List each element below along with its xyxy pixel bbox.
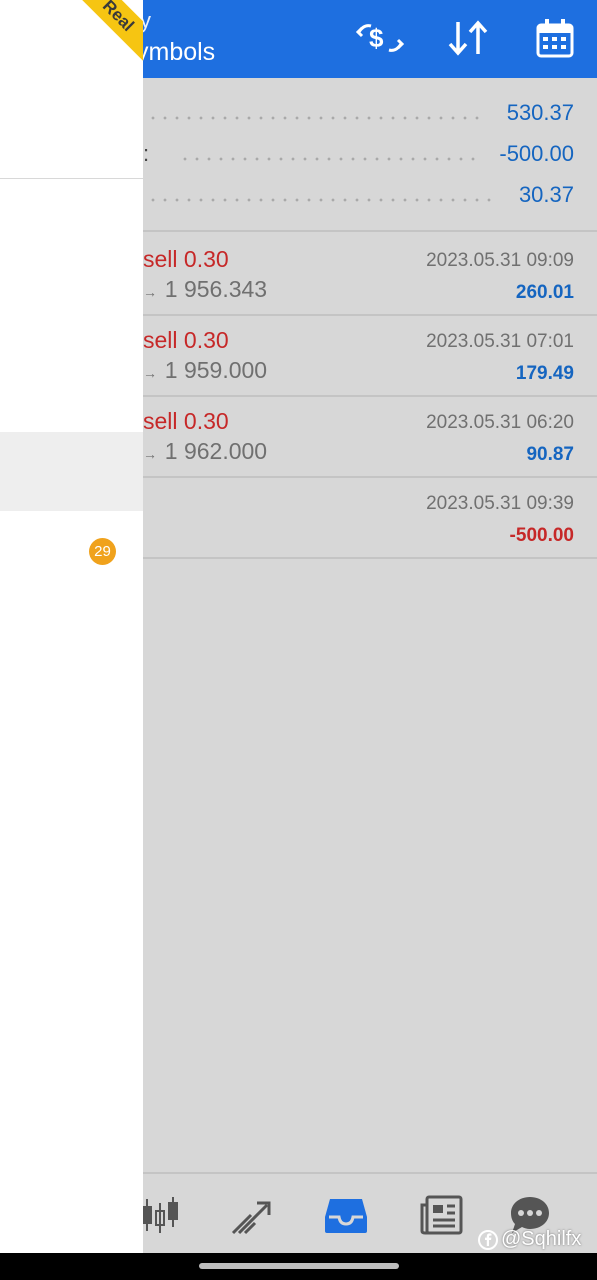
watermark-text: @Sqhilfx [501, 1228, 582, 1250]
svg-text:$: $ [369, 23, 384, 53]
deal-profit: 260.01 [515, 282, 574, 303]
news-icon[interactable] [417, 1190, 467, 1240]
deal-date: 2023.05.31 09:09 [426, 250, 574, 271]
history-row[interactable]: 2023.05.31 09:39 -500.00 [143, 485, 597, 565]
summary-row-1: 530.37 [143, 94, 597, 134]
history-icon[interactable] [321, 1190, 371, 1240]
deal-date: 2023.05.31 09:39 [426, 493, 574, 514]
section-divider [143, 230, 597, 232]
deal-type: sell 0.30 [143, 327, 229, 353]
history-row[interactable]: sell 0.30 → 1 956.343 2023.05.31 09:09 2… [143, 242, 597, 322]
trade-icon[interactable] [227, 1190, 277, 1240]
deal-date: 2023.05.31 06:20 [426, 412, 574, 433]
deal-type: sell 0.30 [143, 408, 229, 434]
row-divider [143, 557, 597, 559]
row-divider [143, 314, 597, 316]
deal-profit: -500.00 [509, 525, 574, 546]
navigation-drawer: Real 29 [0, 0, 143, 1253]
dot-leader [147, 116, 487, 120]
deal-date: 2023.05.31 07:01 [426, 331, 574, 352]
deal-type: sell 0.30 [143, 246, 229, 272]
deal-price: → 1 956.343 [143, 276, 268, 302]
account-type-ribbon: Real [65, 0, 143, 69]
calendar-icon[interactable] [531, 14, 579, 62]
summary-value: -500.00 [499, 141, 574, 166]
dot-leader [179, 157, 479, 161]
deal-profit: 179.49 [515, 363, 574, 384]
summary-label: : [143, 141, 150, 166]
summary-value: 530.37 [506, 100, 574, 125]
facebook-icon [478, 1229, 498, 1250]
currency-exchange-icon[interactable]: $ [356, 14, 404, 62]
home-indicator[interactable] [199, 1263, 399, 1269]
drawer-divider [0, 178, 143, 179]
drawer-item-selected[interactable] [0, 432, 143, 511]
row-divider [143, 476, 597, 478]
notification-badge: 29 [89, 538, 116, 565]
deal-price: → 1 962.000 [143, 438, 268, 464]
deal-profit: 90.87 [526, 444, 574, 465]
dot-leader [147, 198, 497, 202]
summary-row-3: 30.37 [143, 176, 597, 216]
sort-icon[interactable] [444, 14, 492, 62]
watermark: @Sqhilfx [478, 1228, 581, 1251]
deal-price: → 1 959.000 [143, 357, 268, 383]
summary-row-2: : -500.00 [143, 135, 597, 175]
row-divider [143, 395, 597, 397]
history-row[interactable]: sell 0.30 → 1 962.000 2023.05.31 06:20 9… [143, 404, 597, 484]
summary-value: 30.37 [518, 182, 574, 207]
header-title[interactable]: ymbols [136, 38, 215, 67]
history-row[interactable]: sell 0.30 → 1 959.000 2023.05.31 07:01 1… [143, 323, 597, 403]
